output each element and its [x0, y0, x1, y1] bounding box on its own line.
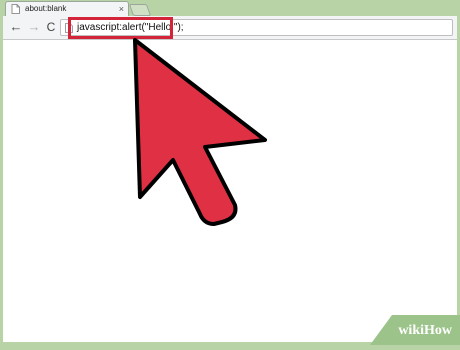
- watermark: wikiHow: [370, 315, 460, 345]
- arrow-cursor-icon: [133, 38, 267, 226]
- watermark-text: wikiHow: [398, 323, 452, 338]
